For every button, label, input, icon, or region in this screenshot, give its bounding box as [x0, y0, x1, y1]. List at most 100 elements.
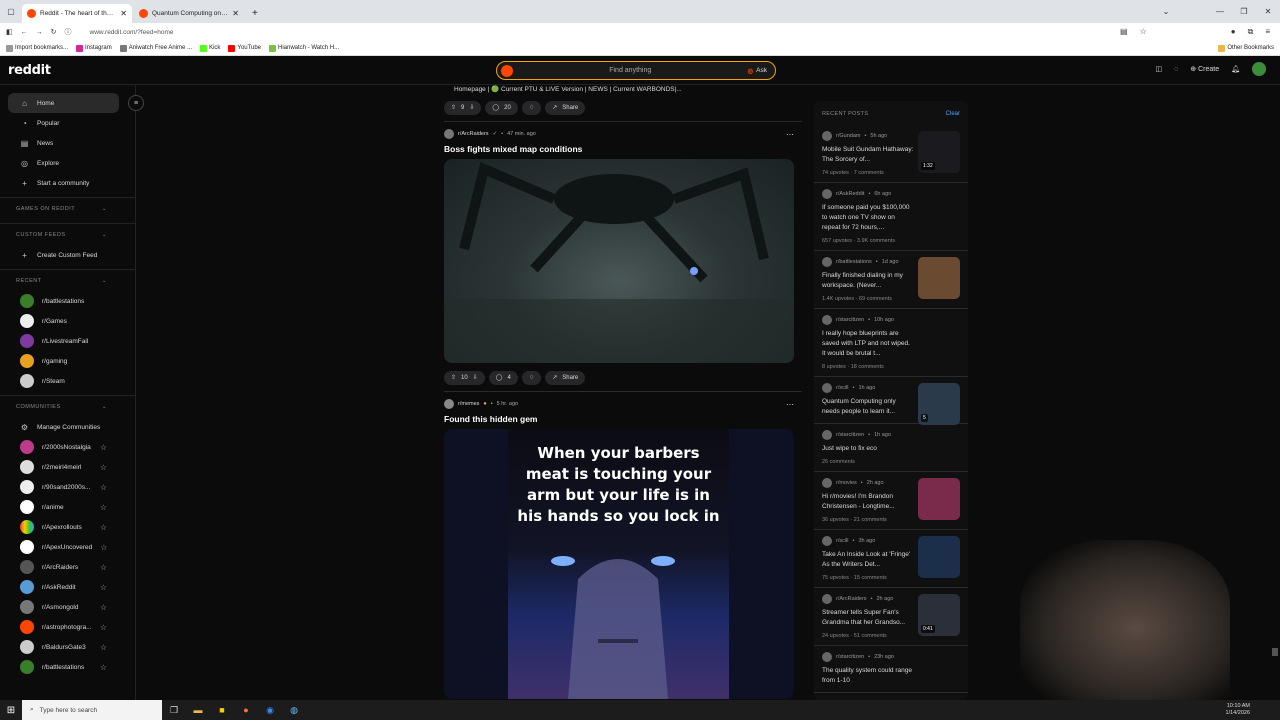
sidebar-item-community[interactable]: r/ApexUncovered ☆ [0, 537, 135, 557]
subreddit-link[interactable]: r/ArcRaiders [458, 131, 489, 137]
bookmark-kick[interactable]: Kick [200, 44, 220, 52]
account-icon[interactable]: ● [1231, 27, 1236, 37]
star-icon[interactable]: ☆ [100, 503, 107, 512]
recent-post-title[interactable]: Finally finished dialing in my workspace… [822, 271, 914, 291]
bookmark-import[interactable]: Import bookmarks... [6, 44, 68, 52]
recent-post-title[interactable]: Quantum Computing only needs people to l… [822, 397, 914, 417]
recent-post-thumbnail[interactable] [918, 257, 960, 299]
close-window-icon[interactable]: ✕ [1256, 7, 1280, 16]
post-video[interactable] [444, 159, 794, 363]
sidebar-toggle-icon[interactable]: ◧ [6, 28, 13, 36]
recent-post-subreddit[interactable]: r/ArcRaiders [836, 596, 867, 602]
recent-post-thumbnail[interactable] [918, 478, 960, 520]
search-bar[interactable]: Find anything ◎ Ask [496, 61, 776, 80]
recent-post-thumbnail[interactable]: 0:41 [918, 594, 960, 636]
url-field[interactable]: www.reddit.com/?feed=home [90, 29, 174, 36]
tab-quantum[interactable]: Quantum Computing only nee ✕ [134, 4, 244, 23]
recent-post-title[interactable]: Take An Inside Look at 'Fringe' As the W… [822, 550, 914, 570]
bookmark-instagram[interactable]: Instagram [76, 44, 112, 52]
recent-post-subreddit[interactable]: r/battlestations [836, 259, 872, 265]
menu-icon[interactable]: ≡ [1265, 27, 1270, 37]
chat-icon[interactable]: ◌ [1174, 66, 1178, 73]
sidebar-item-recent[interactable]: r/gaming [0, 351, 135, 371]
recent-post-thumbnail[interactable]: 1:32 [918, 131, 960, 173]
file-explorer-icon[interactable]: ▬ [186, 700, 210, 720]
chrome-icon[interactable]: ◉ [258, 700, 282, 720]
share-button[interactable]: ↗ Share [545, 370, 586, 385]
post-image[interactable]: When your barbers meat is touching your … [444, 429, 794, 699]
star-icon[interactable]: ☆ [100, 603, 107, 612]
sidebar-item-recent[interactable]: r/Games [0, 311, 135, 331]
section-recent[interactable]: RECENT ⌄ [0, 269, 135, 291]
recent-post-title[interactable]: Streamer tells Super Fan's Grandma that … [822, 608, 914, 628]
share-button[interactable]: ↗ Share [545, 100, 586, 115]
system-clock[interactable]: 10:10 AM 1/14/2026 [1226, 703, 1280, 717]
advertise-icon[interactable]: ◫ [1155, 65, 1162, 73]
recent-post-subreddit[interactable]: r/starcitizen [836, 317, 864, 323]
upvote-icon[interactable]: ⇧ [451, 104, 456, 111]
recent-post-subreddit[interactable]: r/scill [836, 538, 849, 544]
clear-recent-button[interactable]: Clear [946, 111, 960, 117]
ask-button[interactable]: ◎ Ask [747, 67, 775, 75]
sidebar-item-recent[interactable]: r/battlestations [0, 291, 135, 311]
sidebar-item-popular[interactable]: ◔ Popular [0, 113, 135, 133]
sidebar-item-start-community[interactable]: + Start a community [0, 173, 135, 193]
star-icon[interactable]: ☆ [100, 463, 107, 472]
bookmark-star-icon[interactable]: ☆ [1140, 27, 1147, 37]
sidebar-item-news[interactable]: ▤ News [0, 133, 135, 153]
sidebar-item-create-custom-feed[interactable]: + Create Custom Feed [0, 245, 135, 265]
section-games[interactable]: GAMES ON REDDIT ⌄ [0, 197, 135, 219]
comments-button[interactable]: ◯ 20 [485, 100, 518, 115]
sidebar-item-recent[interactable]: r/Steam [0, 371, 135, 391]
firefox-icon[interactable]: ● [234, 700, 258, 720]
new-tab-button[interactable]: + [246, 4, 264, 23]
recent-post-item[interactable]: r/AskReddit • 6h ago If someone paid you $1… [814, 183, 968, 251]
star-icon[interactable]: ☆ [100, 583, 107, 592]
subreddit-link[interactable]: r/memes [458, 401, 479, 407]
sidebar-item-community[interactable]: r/2000sNostalgia ☆ [0, 437, 135, 457]
sidebar-item-community[interactable]: r/2meirl4meirl ☆ [0, 457, 135, 477]
sidebar-item-manage-communities[interactable]: ⚙ Manage Communities [0, 417, 135, 437]
recent-post-subreddit[interactable]: r/starcitizen [836, 432, 864, 438]
search-input[interactable]: Find anything [513, 67, 747, 74]
taskbar-search[interactable]: ⌕ Type here to search [22, 700, 162, 720]
tab-reddit[interactable]: Reddit - The heart of the intern ✕ [22, 4, 132, 23]
star-icon[interactable]: ☆ [100, 663, 107, 672]
post-card[interactable]: r/memes ● • 5 hr. ago ⋯ Found this hidde… [436, 398, 802, 699]
other-bookmarks[interactable]: Other Bookmarks [1218, 44, 1280, 52]
star-icon[interactable]: ☆ [100, 543, 107, 552]
vote-control[interactable]: ⇧ 10 ⇩ [444, 370, 485, 385]
collapse-sidebar-button[interactable]: ≡ [128, 95, 144, 111]
recent-post-subreddit[interactable]: r/starcitizen [836, 654, 864, 660]
sidebar-item-community[interactable]: r/AskReddit ☆ [0, 577, 135, 597]
star-icon[interactable]: ☆ [100, 563, 107, 572]
notifications-icon[interactable]: 🔔︎ [1231, 65, 1240, 73]
recent-post-item[interactable]: r/Gundam • 5h ago Mobile Suit Gundam Hathaw… [814, 125, 968, 183]
recent-post-title[interactable]: Just wipe to fix eco [822, 444, 914, 454]
recent-post-title[interactable]: Mobile Suit Gundam Hathaway: The Sorcery… [822, 145, 914, 165]
scrollbar-thumb[interactable] [1272, 648, 1278, 656]
recent-post-thumbnail[interactable] [918, 536, 960, 578]
star-icon[interactable]: ☆ [100, 623, 107, 632]
recent-post-item[interactable]: r/ArcRaiders • 2h ago Streamer tells Super … [814, 588, 968, 646]
recent-post-subreddit[interactable]: r/movies [836, 480, 857, 486]
minimize-icon[interactable]: — [1208, 7, 1232, 16]
post-card[interactable]: r/ArcRaiders ✓ • 47 min. ago ⋯ Boss figh… [436, 128, 802, 385]
recent-post-subreddit[interactable]: r/Gundam [836, 133, 860, 139]
recent-post-item[interactable]: r/scill • 1h ago Quantum Computing only nee… [814, 377, 968, 425]
upvote-icon[interactable]: ⇧ [451, 374, 456, 381]
section-communities[interactable]: COMMUNITIES ⌄ [0, 395, 135, 417]
back-icon[interactable]: ← [21, 29, 28, 36]
post-title[interactable]: Boss fights mixed map conditions [436, 144, 802, 154]
sidebar-item-explore[interactable]: ◎ Explore [0, 153, 135, 173]
sidebar-item-community[interactable]: r/astrophotogra... ☆ [0, 617, 135, 637]
star-icon[interactable]: ☆ [100, 483, 107, 492]
more-options-icon[interactable]: ⋯ [786, 400, 794, 409]
reader-view-icon[interactable]: ▤ [1120, 27, 1128, 37]
bookmark-aniwatch[interactable]: Aniwatch Free Anime ... [119, 44, 192, 52]
sidebar-item-home[interactable]: ⌂ Home [8, 93, 119, 113]
recent-post-item[interactable]: r/movies • 2h ago Hi r/movies! I'm Brandon … [814, 472, 968, 530]
recent-post-title[interactable]: I really hope blueprints are saved with … [822, 329, 914, 359]
bookmark-hianwatch[interactable]: Hianwatch - Watch H... [269, 44, 339, 52]
section-custom-feeds[interactable]: CUSTOM FEEDS ⌄ [0, 223, 135, 245]
